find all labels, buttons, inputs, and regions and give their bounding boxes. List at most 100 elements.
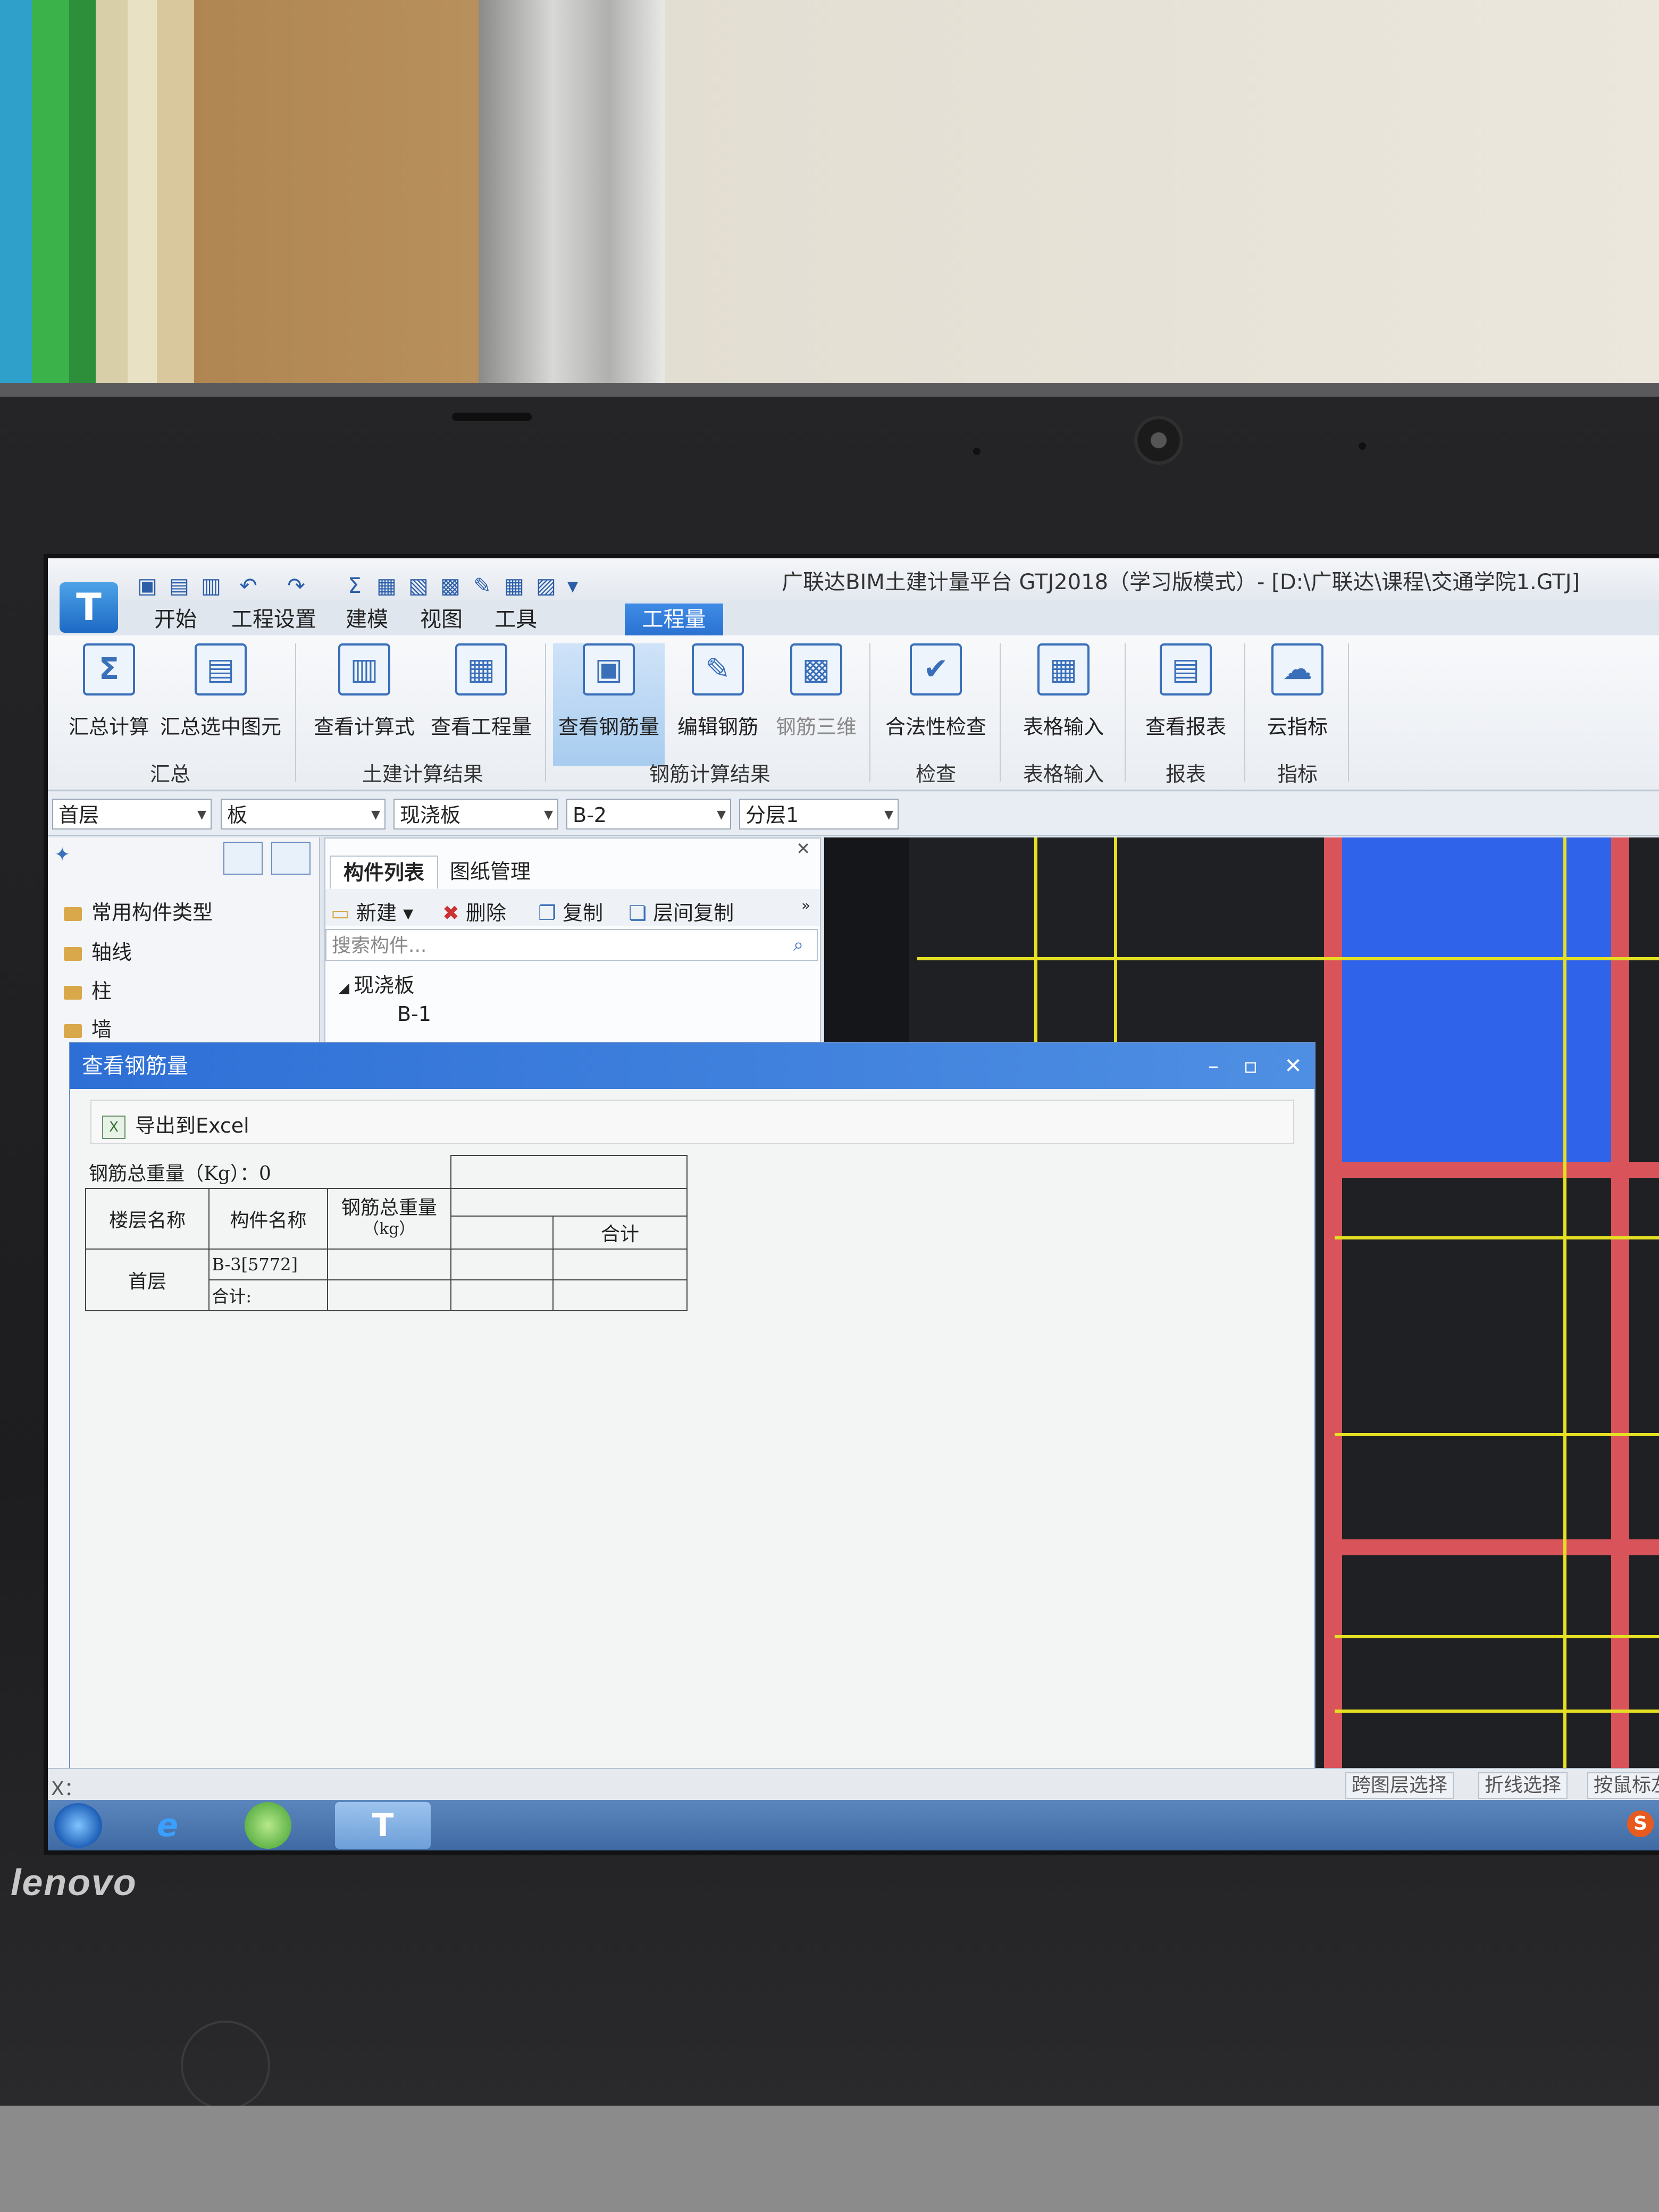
more-icon[interactable]: » <box>801 896 810 914</box>
tool-label: 新建 <box>356 901 397 925</box>
beam[interactable] <box>1324 1162 1659 1178</box>
status-bar: X： 跨图层选择 折线选择 按鼠标左 <box>48 1768 1659 1801</box>
save-icon[interactable]: ▣ <box>136 574 159 598</box>
tab-modeling[interactable]: 建模 <box>332 604 401 635</box>
cloud-icon: ☁ <box>1271 643 1323 696</box>
close-icon[interactable]: ✕ <box>1272 1043 1314 1089</box>
component-select[interactable]: B-2 ▼ <box>566 799 731 830</box>
beam[interactable] <box>1324 837 1342 1773</box>
list-view-icon[interactable] <box>223 842 263 875</box>
table-input-button[interactable]: ▦ 表格输入 <box>1008 643 1119 766</box>
nav-item-label: 墙 <box>91 1018 112 1041</box>
sigma-icon[interactable]: Σ <box>343 574 366 598</box>
view-quantity-button[interactable]: ▦ 查看工程量 <box>425 643 537 766</box>
table-cell <box>450 1249 554 1280</box>
print-icon[interactable]: ▨ <box>534 574 558 598</box>
ribbon-group-civil-results: 土建计算结果 <box>362 763 483 786</box>
export-excel-button[interactable]: X 导出到Excel <box>102 1109 249 1139</box>
floor-select[interactable]: 首层 ▼ <box>52 799 212 830</box>
nav-item-column[interactable]: 柱 <box>64 975 112 1004</box>
sensor-dot <box>973 448 981 455</box>
copy-component-button[interactable]: ❐ 复制 <box>538 896 603 926</box>
close-icon[interactable]: ✕ <box>796 839 810 859</box>
view-formula-button[interactable]: ▥ 查看计算式 <box>308 643 420 766</box>
ribbon-divider <box>1125 643 1126 782</box>
view-report-button[interactable]: ▤ 查看报表 <box>1133 643 1239 766</box>
summary-calc-button[interactable]: Σ 汇总计算 <box>58 643 160 766</box>
delete-component-button[interactable]: ✖ 删除 <box>442 896 506 926</box>
minimize-icon[interactable]: – <box>1192 1043 1235 1089</box>
tab-quantities[interactable]: 工程量 <box>625 604 723 635</box>
copy-icon: ❐ <box>538 901 563 925</box>
summary-selected-button[interactable]: ▤ 汇总选中图元 <box>160 643 282 766</box>
maximize-icon[interactable]: ▫ <box>1229 1043 1272 1089</box>
ribbon-group-rebar-results: 钢筋计算结果 <box>649 763 770 786</box>
ie-browser-icon[interactable]: e <box>138 1802 197 1849</box>
grid-line <box>917 957 1659 960</box>
nav-item-common-types[interactable]: 常用构件类型 <box>64 896 213 925</box>
beam[interactable] <box>1335 1539 1659 1555</box>
slab-region[interactable] <box>1335 837 1611 1167</box>
layer-select[interactable]: 分层1 ▼ <box>739 799 899 830</box>
expand-all-icon[interactable]: ✦ <box>54 844 70 866</box>
grid-icon[interactable]: ▦ <box>502 574 526 598</box>
floor-copy-button[interactable]: ❏ 层间复制 <box>629 896 734 926</box>
button-label: 合法性检查 <box>885 715 986 739</box>
component-type-select[interactable]: 板 ▼ <box>221 799 386 830</box>
tab-project-settings[interactable]: 工程设置 <box>221 604 327 635</box>
input-method-icon[interactable]: S <box>1627 1811 1654 1837</box>
screen: T ▣ ▤ ▥ ↶ ↷ Σ ▦ ▧ ▩ ✎ ▦ ▨ ▾ 广联达BIM土建计量平台… <box>48 558 1659 1850</box>
nav-item-wall[interactable]: 墙 <box>64 1013 112 1042</box>
view-formula-icon[interactable]: ▦ <box>375 574 398 598</box>
tab-view[interactable]: 视图 <box>407 604 476 635</box>
grid-line <box>1335 1433 1659 1436</box>
view-rebar-icon[interactable]: ▩ <box>439 574 462 598</box>
coordinate-label: X： <box>51 1778 83 1800</box>
header-floor: 楼层名称 <box>85 1188 210 1250</box>
polyline-select-button[interactable]: 折线选择 <box>1478 1772 1568 1799</box>
ribbon-divider <box>1348 643 1349 782</box>
ribbon-group-summary: 汇总 <box>149 763 190 786</box>
undo-icon[interactable]: ↶ <box>237 574 260 598</box>
view-rebar-button[interactable]: ▣ 查看钢筋量 <box>553 643 665 766</box>
table-cell <box>450 1188 688 1217</box>
component-search-input[interactable]: 搜索构件... <box>325 929 818 961</box>
legality-check-button[interactable]: ✔ 合法性检查 <box>877 643 994 766</box>
save-as-icon[interactable]: ▤ <box>167 574 191 598</box>
nav-item-axis[interactable]: 轴线 <box>64 936 132 965</box>
start-button[interactable] <box>54 1803 102 1848</box>
redo-icon[interactable]: ↷ <box>284 574 308 598</box>
mouse-select-button[interactable]: 按鼠标左 <box>1587 1772 1659 1799</box>
tab-start[interactable]: 开始 <box>138 604 213 635</box>
tab-tools[interactable]: 工具 <box>481 604 550 635</box>
folder-icon <box>64 907 82 921</box>
search-icon[interactable]: ⌕ <box>793 934 803 956</box>
ribbon-divider <box>1244 643 1245 782</box>
nav-item-label: 柱 <box>91 979 112 1003</box>
browser-icon[interactable] <box>245 1802 291 1849</box>
rebar-3d-button[interactable]: ▩ 钢筋三维 <box>768 643 864 766</box>
beam[interactable] <box>1611 837 1629 1773</box>
dropdown-icon[interactable]: ▾ <box>561 574 584 598</box>
edit-rebar-button[interactable]: ✎ 编辑钢筋 <box>670 643 766 766</box>
tab-component-list[interactable]: 构件列表 <box>330 856 438 889</box>
grid-line <box>1335 1710 1659 1713</box>
floor-copy-icon: ❏ <box>629 901 653 925</box>
subtype-select[interactable]: 现浇板 ▼ <box>393 799 558 830</box>
taskbar-app-gtj[interactable]: T <box>335 1802 431 1849</box>
ribbon-group-index: 指标 <box>1277 763 1318 786</box>
app-logo[interactable]: T <box>60 582 118 633</box>
view-quantity-icon[interactable]: ▧ <box>407 574 430 598</box>
new-component-button[interactable]: ▭ 新建 ▾ <box>331 896 413 926</box>
row-component[interactable]: B-3[5772] <box>208 1249 328 1280</box>
table-row: 钢筋总重量（Kg）：0 <box>86 1155 688 1189</box>
tree-group[interactable]: ◢ 现浇板 <box>339 969 414 998</box>
tree-item-b1[interactable]: B-1 <box>397 1002 431 1026</box>
detail-view-icon[interactable] <box>271 842 311 875</box>
open-icon[interactable]: ▥ <box>199 574 223 598</box>
chevron-down-icon: ▼ <box>884 808 893 822</box>
cloud-index-button[interactable]: ☁ 云指标 <box>1252 643 1343 766</box>
cross-layer-select-button[interactable]: 跨图层选择 <box>1345 1772 1454 1799</box>
edit-icon[interactable]: ✎ <box>471 574 494 598</box>
tab-drawing-management[interactable]: 图纸管理 <box>437 856 543 887</box>
